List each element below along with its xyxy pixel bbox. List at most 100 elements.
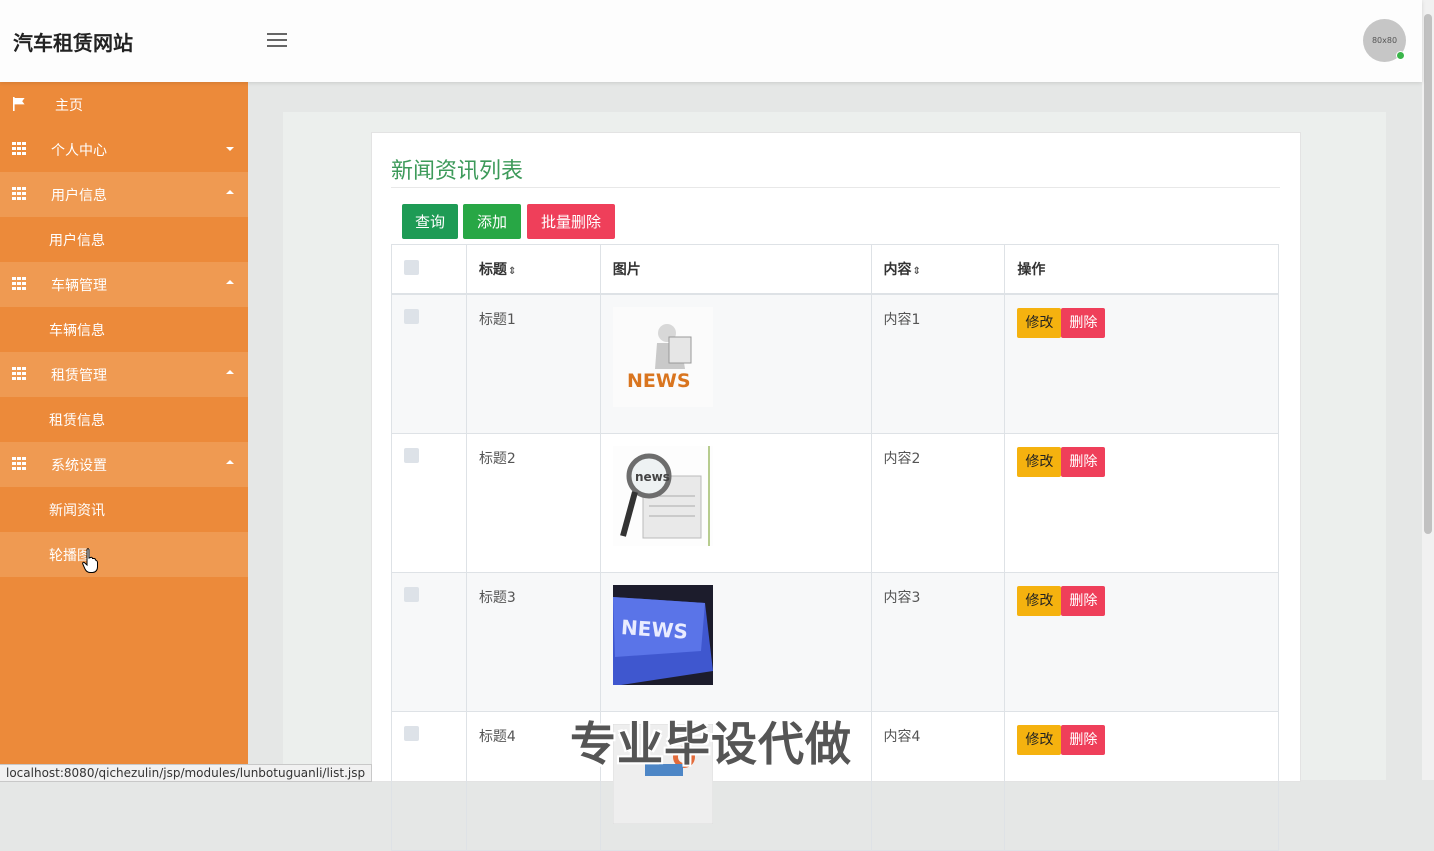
sidebar-subitem-label: 车辆信息 — [49, 323, 105, 339]
sidebar: 主页 个人中心 用户信息 用户信息 车辆管理 车辆信息 租赁管理 租赁信息 系统… — [0, 82, 248, 780]
grid-icon — [12, 277, 26, 291]
row-checkbox[interactable] — [404, 448, 419, 463]
title-cell: 标题3 — [465, 572, 601, 712]
sidebar-subitem-news[interactable]: 新闻资讯 — [0, 487, 248, 532]
row-select-cell — [391, 433, 467, 573]
row-checkbox[interactable] — [404, 309, 419, 324]
header-select-all — [391, 244, 467, 295]
sidebar-item-vehicle-management[interactable]: 车辆管理 — [0, 262, 248, 307]
sidebar-item-label: 系统设置 — [51, 458, 107, 474]
batch-delete-button[interactable]: 批量删除 — [527, 204, 615, 239]
news-3d-figure-image: NEWS — [612, 307, 713, 407]
sidebar-item-personal-center[interactable]: 个人中心 — [0, 127, 248, 172]
content-cell: 内容2 — [870, 433, 1006, 573]
delete-button[interactable]: 删除 — [1061, 447, 1106, 477]
title-cell: 标题1 — [465, 293, 601, 434]
online-status-dot — [1396, 51, 1405, 60]
page-title: 新闻资讯列表 — [391, 159, 524, 184]
actions-cell: 修改 删除 — [1004, 711, 1279, 851]
actions-cell: 修改 删除 — [1004, 572, 1279, 712]
hand-cursor-icon — [82, 548, 98, 573]
caret-up-icon — [226, 280, 234, 284]
caret-down-icon — [226, 147, 234, 151]
sidebar-item-label: 个人中心 — [51, 143, 107, 159]
svg-text:NEWS: NEWS — [627, 370, 691, 392]
header-title[interactable]: 标题⇕ — [465, 244, 601, 295]
svg-text:NEWS: NEWS — [620, 615, 688, 644]
title-divider — [391, 187, 1280, 188]
sidebar-subitem-user-info[interactable]: 用户信息 — [0, 217, 248, 262]
header-content-label: 内容 — [883, 262, 912, 278]
sidebar-subitem-carousel[interactable]: 轮播图 — [0, 532, 248, 577]
select-all-checkbox[interactable] — [404, 259, 419, 275]
sidebar-subitem-vehicle-info[interactable]: 车辆信息 — [0, 307, 248, 352]
delete-button[interactable]: 删除 — [1061, 725, 1106, 755]
content-cell: 内容1 — [870, 293, 1006, 434]
row-select-cell — [391, 293, 467, 434]
sidebar-item-label: 租赁管理 — [51, 368, 107, 384]
content-cell: 内容4 — [870, 711, 1006, 851]
edit-button[interactable]: 修改 — [1017, 447, 1062, 477]
delete-button[interactable]: 删除 — [1061, 308, 1106, 338]
sidebar-item-user-info[interactable]: 用户信息 — [0, 172, 248, 217]
sidebar-item-system-settings[interactable]: 系统设置 — [0, 442, 248, 487]
edit-button[interactable]: 修改 — [1017, 586, 1062, 616]
sort-icon[interactable]: ⇕ — [913, 266, 921, 277]
watermark-text: 专业毕设代做 — [570, 717, 852, 771]
table-row: 标题3 NEWS 内容3 修改 删除 — [391, 572, 1279, 712]
header-image: 图片 — [599, 244, 872, 295]
sidebar-subitem-label: 新闻资讯 — [49, 503, 105, 519]
edit-button[interactable]: 修改 — [1017, 308, 1062, 338]
grid-icon — [12, 187, 26, 201]
row-checkbox[interactable] — [404, 726, 419, 741]
image-cell: news — [599, 433, 872, 573]
avatar[interactable]: 80x80 — [1363, 19, 1406, 62]
news-list-card: 新闻资讯列表 查询 添加 批量删除 标题⇕ 图片 内容⇕ 操作 标题1 NEWS… — [371, 132, 1301, 851]
table-row: 标题2 news 内容2 修改 删除 — [391, 433, 1279, 573]
row-checkbox[interactable] — [404, 587, 419, 602]
site-brand: 汽车租赁网站 — [13, 31, 133, 55]
sidebar-item-label: 主页 — [55, 98, 83, 114]
caret-up-icon — [226, 370, 234, 374]
sidebar-item-home[interactable]: 主页 — [0, 82, 248, 127]
grid-icon — [12, 367, 26, 381]
avatar-placeholder-text: 80x80 — [1371, 36, 1398, 45]
sidebar-item-rental-management[interactable]: 租赁管理 — [0, 352, 248, 397]
sidebar-subitem-rental-info[interactable]: 租赁信息 — [0, 397, 248, 442]
actions-cell: 修改 删除 — [1004, 293, 1279, 434]
image-cell: NEWS — [599, 293, 872, 434]
grid-icon — [12, 457, 26, 471]
page-scrollbar[interactable] — [1422, 0, 1434, 780]
query-button[interactable]: 查询 — [402, 204, 458, 239]
sidebar-subitem-label: 租赁信息 — [49, 413, 105, 429]
image-cell: NEWS — [599, 572, 872, 712]
news-keyboard-key-image: NEWS — [612, 585, 713, 685]
content-cell: 内容3 — [870, 572, 1006, 712]
sidebar-item-label: 车辆管理 — [51, 278, 107, 294]
caret-up-icon — [226, 190, 234, 194]
top-header: 汽车租赁网站 80x80 — [0, 0, 1422, 82]
caret-up-icon — [226, 460, 234, 464]
header-content[interactable]: 内容⇕ — [870, 244, 1006, 295]
header-image-label: 图片 — [612, 262, 641, 278]
flag-icon — [13, 97, 25, 111]
actions-cell: 修改 删除 — [1004, 433, 1279, 573]
row-select-cell — [391, 572, 467, 712]
title-cell: 标题2 — [465, 433, 601, 573]
edit-button[interactable]: 修改 — [1017, 725, 1062, 755]
sidebar-item-label: 用户信息 — [51, 188, 107, 204]
scrollbar-thumb[interactable] — [1424, 14, 1432, 534]
browser-status-url: localhost:8080/qichezulin/jsp/modules/lu… — [0, 764, 373, 782]
table-row: 标题1 NEWS 内容1 修改 删除 — [391, 293, 1279, 434]
header-actions: 操作 — [1004, 244, 1279, 295]
menu-toggle-icon[interactable] — [267, 33, 287, 49]
header-title-label: 标题 — [478, 262, 507, 278]
sidebar-subitem-label: 用户信息 — [49, 233, 105, 249]
news-magnifier-image: news — [612, 446, 713, 546]
grid-icon — [12, 142, 26, 156]
svg-text:news: news — [635, 470, 670, 484]
table-header-row: 标题⇕ 图片 内容⇕ 操作 — [391, 244, 1279, 295]
delete-button[interactable]: 删除 — [1061, 586, 1106, 616]
add-button[interactable]: 添加 — [463, 204, 521, 239]
sort-icon[interactable]: ⇕ — [508, 266, 516, 277]
